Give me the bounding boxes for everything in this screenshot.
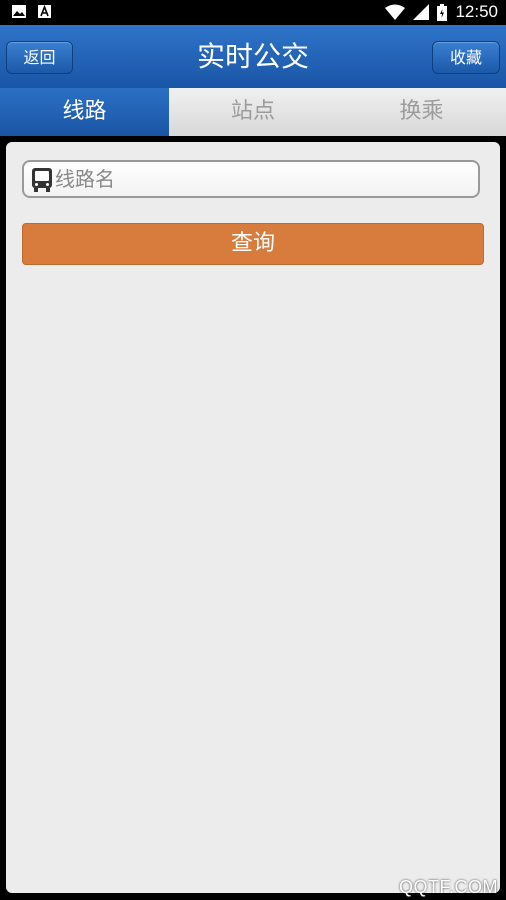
wifi-icon — [385, 4, 406, 20]
status-time: 12:50 — [455, 2, 498, 21]
title-bar: 实时公交 返回 收藏 — [0, 25, 506, 88]
line-name-input[interactable] — [55, 162, 475, 196]
page-title: 实时公交 — [196, 40, 309, 73]
tab-bar: 线路 站点 换乘 — [0, 88, 506, 136]
favorite-button[interactable]: 收藏 — [432, 41, 500, 74]
content-panel: 查询 — [6, 142, 500, 893]
status-bar: 12:50 — [0, 0, 506, 25]
tab-transfer[interactable]: 换乘 — [337, 88, 506, 136]
tab-line[interactable]: 线路 — [0, 88, 169, 136]
bus-icon — [32, 168, 52, 192]
battery-icon — [437, 3, 448, 21]
a-notification-icon — [38, 5, 51, 18]
watermark: QQTF.COM — [399, 877, 498, 897]
query-button[interactable]: 查询 — [22, 223, 484, 265]
back-button[interactable]: 返回 — [6, 41, 73, 74]
tab-station[interactable]: 站点 — [169, 88, 337, 136]
image-icon — [12, 5, 26, 18]
signal-icon — [413, 4, 430, 20]
search-box — [22, 160, 480, 198]
